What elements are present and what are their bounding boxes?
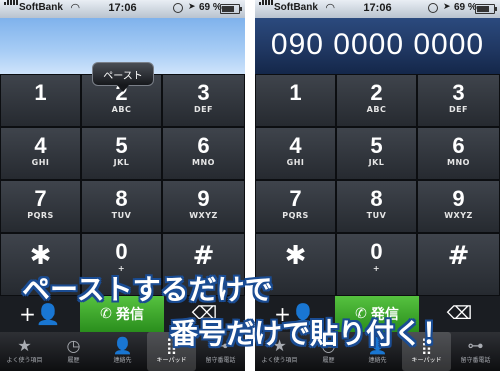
phone-icon: ✆ xyxy=(100,306,112,322)
dialed-number: 090 0000 0000 xyxy=(270,28,485,61)
backspace-icon: ⌫ xyxy=(446,303,473,324)
key-7[interactable]: 7 PQRS xyxy=(0,180,81,233)
battery-icon xyxy=(475,4,497,14)
tab-contacts[interactable]: 👤 連絡先 xyxy=(98,332,147,371)
status-bar: SoftBank ◠ 17:06 ➤ 69 % xyxy=(255,0,500,18)
voicemail-icon: ⊶ xyxy=(467,336,484,355)
location-icon: ➤ xyxy=(188,2,196,12)
keypad: 1 2 ABC 3 DEF 4 GHI 5 JKL 6 MNO 7 PQRS 8 TUV 9W… xyxy=(0,74,245,296)
status-bar: SoftBank ◠ 17:06 ➤ 69 % xyxy=(0,0,245,18)
location-icon: ➤ xyxy=(443,2,451,12)
tab-voicemail[interactable]: ⊶ 留守番電話 xyxy=(451,332,500,371)
battery-percent: 69 % xyxy=(454,2,477,13)
battery-percent: 69 % xyxy=(199,2,222,13)
number-display[interactable]: 090 0000 0000 xyxy=(255,18,500,74)
key-5[interactable]: 5 JKL xyxy=(336,127,417,180)
key-2[interactable]: 2 ABC xyxy=(336,74,417,127)
rotation-lock-icon xyxy=(173,3,183,13)
key-6[interactable]: 6 MNO xyxy=(162,127,245,180)
key-3[interactable]: 3 DEF xyxy=(162,74,245,127)
clock-icon: ◷ xyxy=(66,336,81,355)
caption-line-2: 番号だけで貼り付く！ xyxy=(170,317,451,350)
key-1[interactable]: 1 xyxy=(0,74,81,127)
key-4[interactable]: 4 GHI xyxy=(0,127,81,180)
key-3[interactable]: 3 DEF xyxy=(417,74,500,127)
key-9[interactable]: 9 WXYZ xyxy=(162,180,245,233)
key-0[interactable]: 0 + xyxy=(336,233,417,296)
paste-menu-button[interactable]: ペースト xyxy=(92,62,154,92)
key-1[interactable]: 1 xyxy=(255,74,336,127)
keypad: 1 2 ABC 3 DEF 4 GHI 5 JKL 6 MNO 7 PQRS 8 TUV 9W… xyxy=(255,74,500,296)
key-7[interactable]: 7 PQRS xyxy=(255,180,336,233)
key-4[interactable]: 4 GHI xyxy=(255,127,336,180)
person-icon: 👤 xyxy=(112,336,133,355)
rotation-lock-icon xyxy=(428,3,438,13)
tab-favorites[interactable]: ★ よく使う項目 xyxy=(0,332,49,371)
key-8[interactable]: 8 TUV xyxy=(336,180,417,233)
star-icon: ★ xyxy=(17,336,32,355)
tab-recents[interactable]: ◷ 履歴 xyxy=(49,332,98,371)
key-6[interactable]: 6 MNO xyxy=(417,127,500,180)
key-hash[interactable]: # xyxy=(417,233,500,296)
key-8[interactable]: 8 TUV xyxy=(81,180,162,233)
caption-line-1: ペーストするだけで xyxy=(22,273,273,306)
key-9[interactable]: 9 WXYZ xyxy=(417,180,500,233)
battery-icon xyxy=(220,4,242,14)
key-5[interactable]: 5 JKL xyxy=(81,127,162,180)
